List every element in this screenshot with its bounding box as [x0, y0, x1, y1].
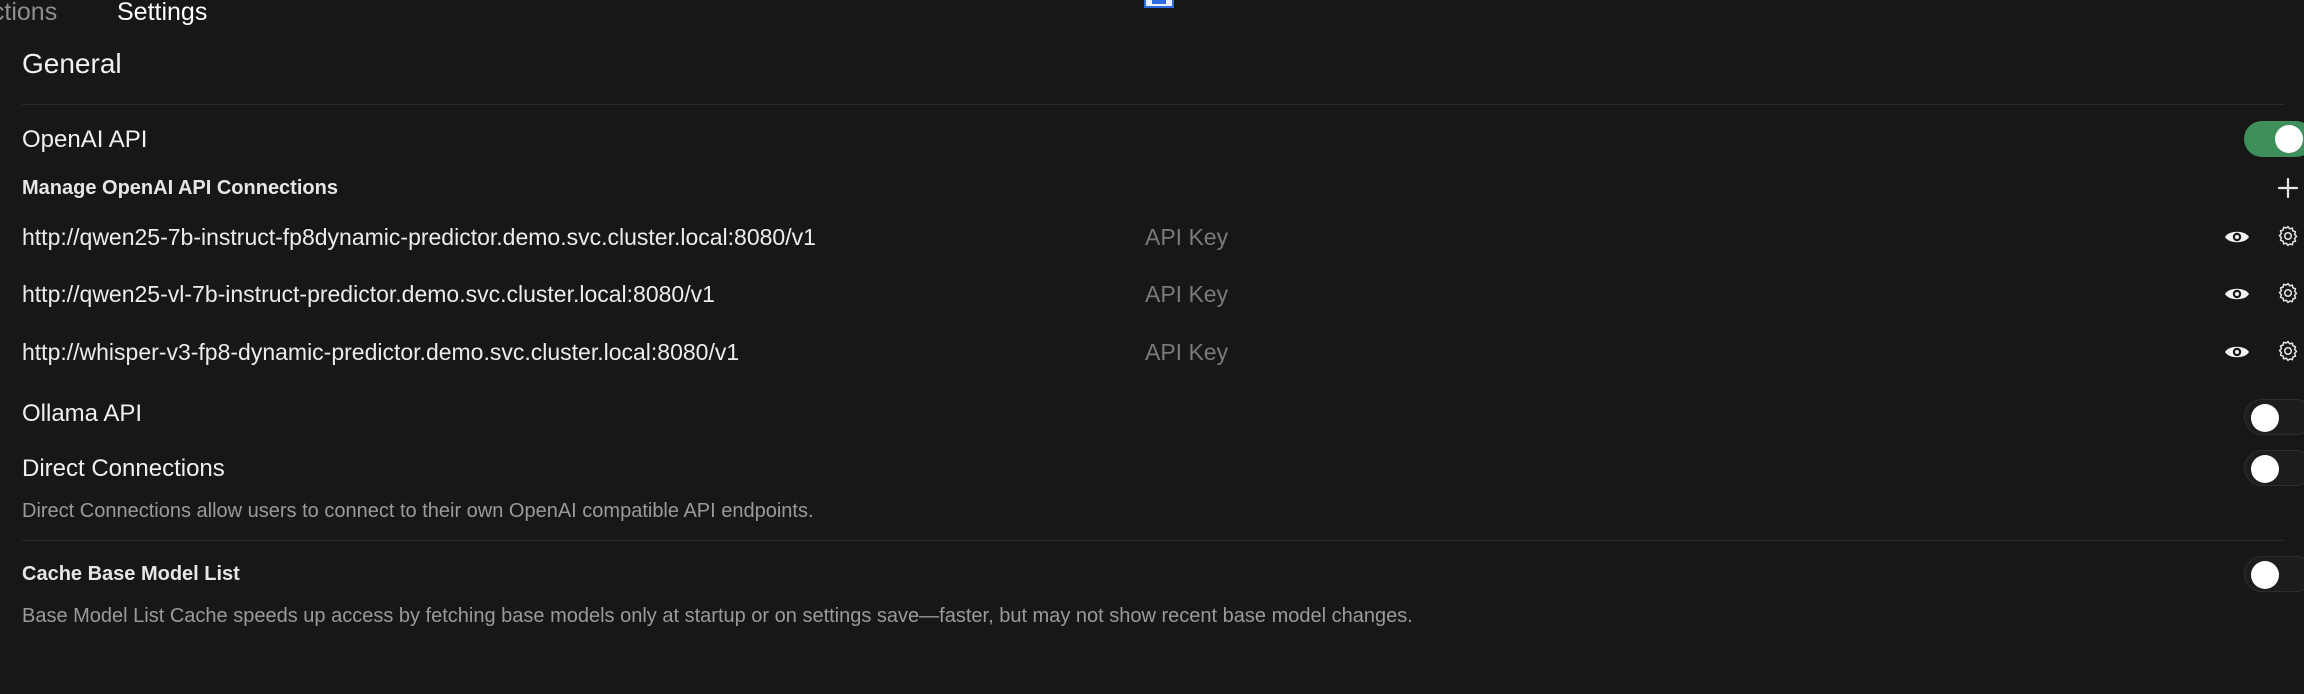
eye-icon[interactable] — [2224, 281, 2250, 307]
toggle-knob — [2251, 455, 2279, 483]
connection-url-2[interactable]: http://qwen25-vl-7b-instruct-predictor.d… — [22, 281, 715, 308]
settings-page: nctions Settings General OpenAI API Mana… — [0, 0, 2304, 694]
ollama-api-toggle[interactable] — [2244, 399, 2304, 435]
cache-base-model-list-label: Cache Base Model List — [22, 563, 240, 585]
toggle-knob — [2251, 561, 2279, 589]
connection-url-3[interactable]: http://whisper-v3-fp8-dynamic-predictor.… — [22, 339, 739, 366]
api-key-field-2[interactable]: API Key — [1145, 281, 1228, 308]
ollama-api-label: Ollama API — [22, 400, 143, 427]
divider — [22, 540, 2284, 541]
manage-connections-label: Manage OpenAI API Connections — [22, 177, 338, 199]
openai-api-label: OpenAI API — [22, 126, 148, 153]
section-title-general: General — [22, 48, 122, 79]
gear-icon[interactable] — [2275, 280, 2301, 306]
gear-icon[interactable] — [2275, 338, 2301, 364]
cache-base-model-list-description: Base Model List Cache speeds up access b… — [22, 605, 1413, 627]
toggle-knob — [2275, 125, 2303, 153]
direct-connections-label: Direct Connections — [22, 455, 225, 482]
cache-base-model-list-toggle[interactable] — [2244, 556, 2304, 592]
direct-connections-toggle[interactable] — [2244, 450, 2304, 486]
connection-url-1[interactable]: http://qwen25-7b-instruct-fp8dynamic-pre… — [22, 224, 816, 251]
divider — [22, 104, 2284, 105]
direct-connections-description: Direct Connections allow users to connec… — [22, 500, 814, 522]
plus-icon[interactable] — [2275, 175, 2301, 201]
eye-icon[interactable] — [2224, 339, 2250, 365]
tab-settings[interactable]: Settings — [117, 0, 207, 27]
eye-icon[interactable] — [2224, 224, 2250, 250]
api-key-field-3[interactable]: API Key — [1145, 339, 1228, 366]
openai-api-toggle[interactable] — [2244, 121, 2304, 157]
gear-icon[interactable] — [2275, 223, 2301, 249]
api-key-field-1[interactable]: API Key — [1145, 224, 1228, 251]
tab-connections[interactable]: nctions — [0, 0, 57, 27]
toggle-knob — [2251, 404, 2279, 432]
window-marker-icon — [1144, 0, 1174, 8]
